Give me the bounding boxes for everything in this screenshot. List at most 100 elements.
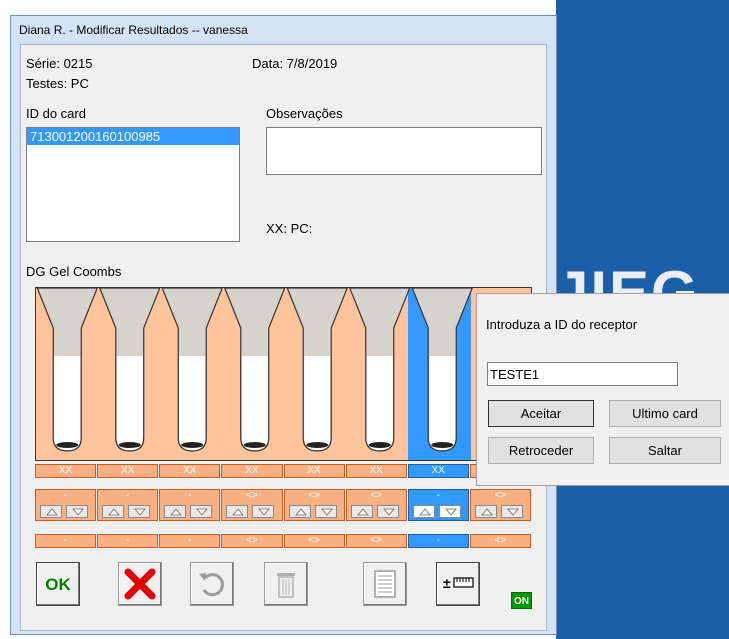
up-arrow-icon bbox=[170, 508, 183, 516]
reaction-cell: - bbox=[97, 489, 159, 521]
delete-button[interactable] bbox=[264, 562, 308, 606]
card-id-list[interactable]: 713001200160100985 bbox=[26, 127, 240, 242]
result-cell[interactable]: XX bbox=[97, 464, 159, 478]
result-cell[interactable]: <> bbox=[283, 534, 345, 548]
card-id-item[interactable]: 713001200160100985 bbox=[27, 128, 239, 145]
up-arrow-icon bbox=[46, 508, 58, 516]
result-cell[interactable]: XX bbox=[345, 464, 407, 478]
result-cell[interactable]: - bbox=[159, 534, 221, 548]
reaction-symbol: <> bbox=[370, 490, 383, 501]
gel-tube bbox=[161, 288, 223, 452]
down-arrow-icon bbox=[134, 508, 146, 516]
gel-tube bbox=[286, 288, 348, 452]
down-arrow-icon bbox=[72, 508, 84, 516]
reaction-symbol: - bbox=[188, 490, 192, 501]
up-arrow-icon bbox=[232, 508, 245, 516]
serie-label: Série: 0215 bbox=[26, 56, 93, 71]
reaction-cell: - bbox=[35, 489, 97, 521]
gel-tube bbox=[99, 288, 161, 452]
receptor-prompt: Introduza a ID do receptor bbox=[486, 317, 638, 332]
reaction-cell: <> bbox=[283, 489, 345, 521]
gel-card bbox=[35, 287, 532, 461]
result-cell[interactable]: - bbox=[407, 534, 469, 548]
result-row-3: - - - <> <> <> - <> bbox=[35, 534, 532, 548]
reaction-cell: - bbox=[407, 489, 469, 521]
increase-button[interactable] bbox=[350, 505, 373, 518]
observacoes-field[interactable] bbox=[266, 127, 542, 175]
gel-tube bbox=[36, 288, 98, 452]
decrease-button[interactable] bbox=[252, 505, 275, 518]
gel-tube bbox=[349, 288, 411, 452]
down-arrow-icon bbox=[444, 508, 457, 516]
decrease-button[interactable] bbox=[376, 505, 399, 518]
increase-button[interactable] bbox=[474, 505, 497, 518]
increase-button[interactable] bbox=[412, 505, 435, 518]
decrease-button[interactable] bbox=[66, 505, 88, 518]
result-cell[interactable]: <> bbox=[221, 534, 283, 548]
observacoes-label: Observações bbox=[266, 106, 343, 121]
increase-button[interactable] bbox=[102, 505, 125, 518]
reaction-cell: - bbox=[159, 489, 221, 521]
undo-button[interactable] bbox=[190, 562, 234, 606]
result-cell[interactable]: XX bbox=[283, 464, 345, 478]
down-arrow-icon bbox=[507, 508, 519, 516]
reaction-symbol: <> bbox=[246, 490, 258, 501]
report-button[interactable] bbox=[363, 562, 407, 606]
svg-text:±: ± bbox=[443, 575, 451, 591]
result-cell[interactable]: <> bbox=[345, 534, 407, 548]
down-arrow-icon bbox=[258, 508, 271, 516]
result-cell[interactable]: XX bbox=[159, 464, 221, 478]
adjust-values-button[interactable]: ± bbox=[436, 562, 480, 606]
receptor-id-dialog: Introduza a ID do receptor Aceitar Ultim… bbox=[476, 293, 729, 486]
up-arrow-icon bbox=[356, 508, 369, 516]
last-card-button[interactable]: Ultimo card bbox=[609, 400, 721, 427]
gel-type-label: DG Gel Coombs bbox=[26, 264, 122, 279]
decrease-button[interactable] bbox=[314, 505, 337, 518]
result-cell[interactable]: XX bbox=[35, 464, 97, 478]
reaction-symbol: <> bbox=[308, 490, 320, 501]
cancel-x-icon bbox=[124, 568, 156, 600]
cancel-button[interactable] bbox=[118, 562, 162, 606]
decrease-button[interactable] bbox=[500, 505, 523, 518]
document-icon bbox=[374, 570, 396, 598]
skip-button[interactable]: Saltar bbox=[609, 437, 721, 464]
reaction-symbol: - bbox=[63, 490, 68, 501]
gel-tube bbox=[224, 288, 286, 452]
receptor-id-input[interactable] bbox=[487, 362, 678, 386]
result-cell[interactable]: XX bbox=[221, 464, 283, 478]
ok-button[interactable]: OK bbox=[36, 562, 80, 606]
decrease-button[interactable] bbox=[190, 505, 213, 518]
gel-tubes bbox=[36, 288, 473, 460]
result-row-1: XXXXXXXXXXXXXXXX bbox=[35, 464, 532, 478]
up-arrow-icon bbox=[481, 508, 493, 516]
increase-button[interactable] bbox=[288, 505, 311, 518]
result-cell[interactable]: - bbox=[97, 534, 159, 548]
back-button[interactable]: Retroceder bbox=[488, 437, 594, 464]
plus-minus-ruler-icon: ± bbox=[443, 575, 474, 591]
undo-icon bbox=[199, 573, 224, 597]
reaction-cell: <> bbox=[469, 489, 531, 521]
increase-button[interactable] bbox=[226, 505, 249, 518]
up-arrow-icon bbox=[418, 508, 431, 516]
up-arrow-icon bbox=[294, 508, 307, 516]
result-cell[interactable]: XX bbox=[407, 464, 469, 478]
trash-icon bbox=[277, 573, 295, 598]
reaction-symbol: - bbox=[436, 490, 440, 501]
accept-button[interactable]: Aceitar bbox=[488, 400, 594, 427]
increase-button[interactable] bbox=[164, 505, 187, 518]
down-arrow-icon bbox=[196, 508, 209, 516]
result-cell[interactable]: <> bbox=[469, 534, 531, 548]
increase-button[interactable] bbox=[40, 505, 62, 518]
reaction-symbol: <> bbox=[494, 490, 507, 501]
result-cell[interactable]: - bbox=[35, 534, 97, 548]
card-id-label: ID do card bbox=[26, 106, 86, 121]
up-arrow-icon bbox=[108, 508, 120, 516]
result-summary: XX: PC: bbox=[266, 221, 313, 236]
reaction-row: - - - <> <> <> - <> bbox=[35, 489, 532, 521]
online-status-badge: ON bbox=[511, 592, 532, 609]
data-label: Data: 7/8/2019 bbox=[252, 56, 338, 71]
down-arrow-icon bbox=[382, 508, 395, 516]
decrease-button[interactable] bbox=[438, 505, 461, 518]
decrease-button[interactable] bbox=[128, 505, 151, 518]
reaction-cell: <> bbox=[221, 489, 283, 521]
